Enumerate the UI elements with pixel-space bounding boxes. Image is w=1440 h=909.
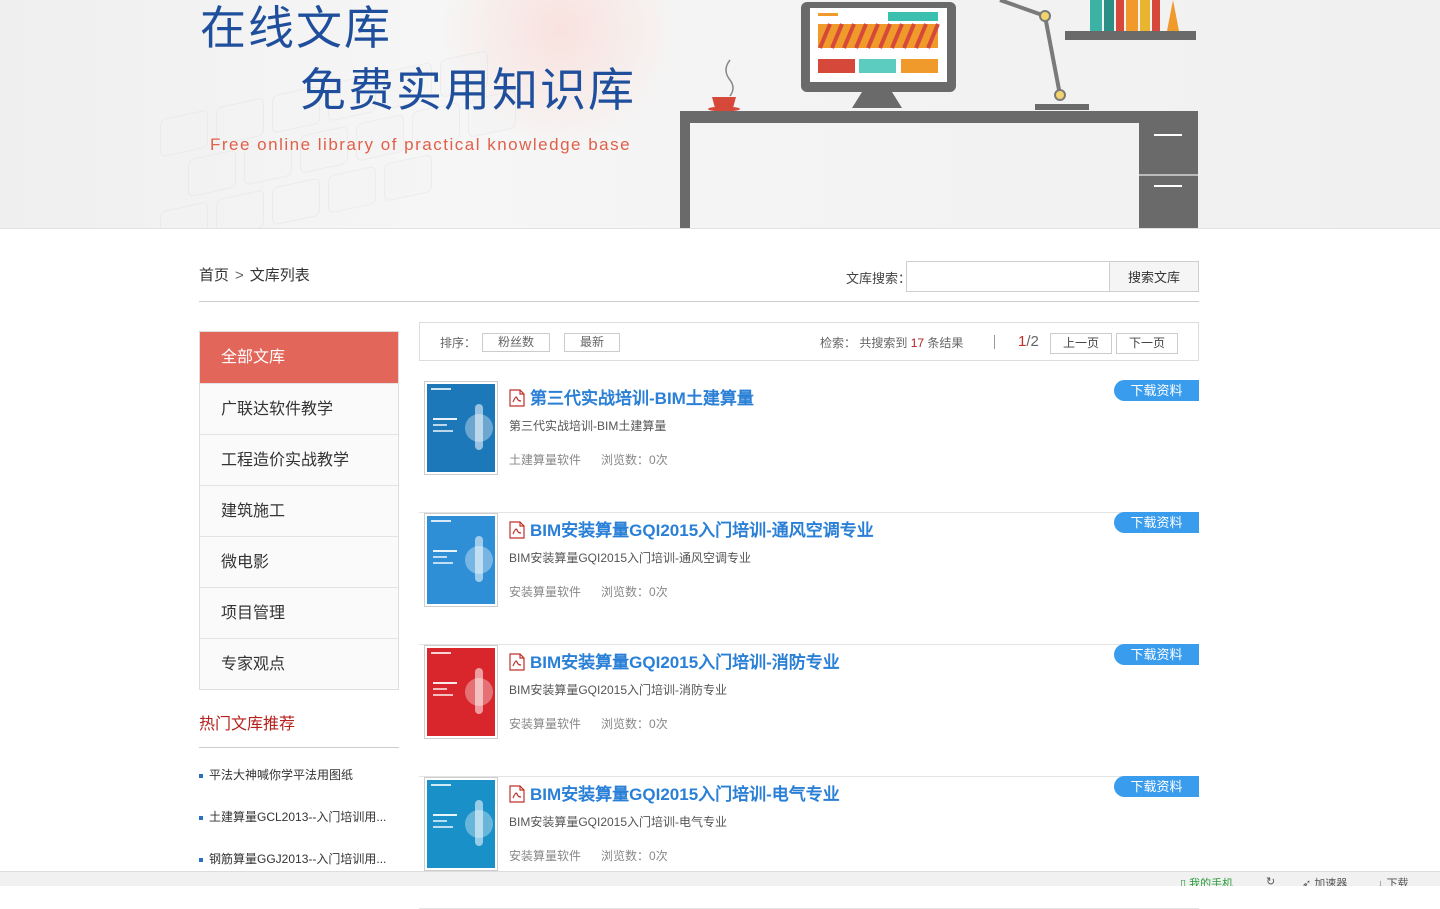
banner-title-line2: 免费实用知识库 — [300, 63, 636, 117]
next-page-button[interactable]: 下一页 — [1116, 333, 1178, 354]
search-input[interactable] — [906, 261, 1110, 292]
document-row: BIM安装算量GQI2015入门培训-电气专业 BIM安装算量GQI2015入门培… — [419, 776, 1199, 909]
document-meta: 土建算量软件 浏览数：0次 — [509, 451, 668, 468]
category-sidebar: 全部文库 广联达软件教学 工程造价实战教学 建筑施工 微电影 项目管理 专家观点 — [199, 331, 399, 690]
hot-item-link[interactable]: 土建算量GCL2013--入门培训用... — [209, 810, 386, 824]
cover-graphic — [431, 784, 493, 846]
my-phone-label: 我的手机 — [1189, 878, 1234, 886]
bullet-icon — [199, 815, 203, 820]
accelerator-label: 加速器 — [1314, 878, 1348, 886]
document-category: 土建算量软件 — [509, 453, 582, 467]
breadcrumb-home-link[interactable]: 首页 — [199, 264, 229, 285]
result-suffix: 条结果 — [927, 336, 964, 350]
my-phone-button[interactable]: ▯ 我的手机 — [1180, 875, 1233, 886]
bullet-icon — [199, 773, 203, 778]
hot-library-divider — [199, 747, 399, 748]
document-views: 浏览数：0次 — [601, 849, 668, 863]
hot-library-title: 热门文库推荐 — [199, 716, 296, 733]
document-row: 第三代实战培训-BIM土建算量 第三代实战培训-BIM土建算量 土建算量软件 浏览数：… — [419, 380, 1199, 513]
search-button[interactable]: 搜索文库 — [1109, 261, 1199, 292]
list-toolbar: 排序： 粉丝数 最新 检索： 共搜索到 17 条结果 1/2 上一页 下一页 — [419, 322, 1199, 361]
breadcrumb-current: 文库列表 — [249, 267, 310, 284]
sidebar-item-cost-engineering[interactable]: 工程造价实战教学 — [200, 434, 398, 485]
sidebar-item-all[interactable]: 全部文库 — [200, 332, 398, 383]
document-description: 第三代实战培训-BIM土建算量 — [509, 419, 667, 433]
prev-page-button[interactable]: 上一页 — [1050, 333, 1112, 354]
accelerator-button[interactable]: ➶ 加速器 — [1302, 875, 1347, 886]
pdf-icon — [509, 653, 525, 671]
page-indicator: 1/2 — [1018, 333, 1039, 350]
document-title-link[interactable]: BIM安装算量GQI2015入门培训-消防专业 — [530, 648, 840, 673]
document-row: BIM安装算量GQI2015入门培训-通风空调专业 BIM安装算量GQI2015入… — [419, 512, 1199, 645]
pdf-icon — [509, 785, 525, 803]
list-item: 平法大神喊你学平法用图纸 — [199, 766, 399, 808]
breadcrumb: 首页 > 文库列表 — [199, 264, 310, 285]
document-views: 浏览数：0次 — [601, 585, 668, 599]
result-summary: 检索： 共搜索到 17 条结果 — [820, 334, 963, 351]
cover-image — [427, 648, 495, 736]
document-description: BIM安装算量GQI2015入门培训-消防专业 — [509, 683, 728, 697]
sidebar-item-expert-views[interactable]: 专家观点 — [200, 638, 398, 689]
desk-illustration — [680, 0, 1198, 228]
hot-item-link[interactable]: 平法大神喊你学平法用图纸 — [209, 768, 353, 782]
document-title-link[interactable]: BIM安装算量GQI2015入门培训-电气专业 — [530, 780, 840, 805]
hot-item-link[interactable]: 钢筋算量GGJ2013--入门培训用... — [209, 852, 386, 866]
download-icon: ↓ — [1378, 878, 1384, 886]
document-description: BIM安装算量GQI2015入门培训-电气专业 — [509, 815, 728, 829]
cover-image — [427, 516, 495, 604]
document-row: BIM安装算量GQI2015入门培训-消防专业 BIM安装算量GQI2015入门培… — [419, 644, 1199, 777]
download-button[interactable]: 下载资料 — [1114, 380, 1199, 401]
sidebar-item-glodon-software[interactable]: 广联达软件教学 — [200, 383, 398, 434]
document-meta: 安装算量软件 浏览数：0次 — [509, 583, 668, 600]
sort-label: 排序： — [440, 336, 477, 350]
document-category: 安装算量软件 — [509, 717, 582, 731]
document-title-link[interactable]: 第三代实战培训-BIM土建算量 — [530, 384, 754, 409]
page-total: /2 — [1026, 333, 1039, 350]
search-label: 文库搜索： — [846, 271, 912, 286]
download-button[interactable]: 下载资料 — [1114, 512, 1199, 533]
banner-title-line1: 在线文库 — [200, 1, 392, 55]
document-description: BIM安装算量GQI2015入门培训-通风空调专业 — [509, 551, 752, 565]
banner-subtitle: Free online library of practical knowled… — [210, 135, 632, 154]
phone-icon: ▯ — [1180, 878, 1187, 886]
cover-graphic — [431, 520, 493, 582]
sidebar-item-construction[interactable]: 建筑施工 — [200, 485, 398, 536]
result-count: 17 — [910, 336, 925, 350]
list-item: 土建算量GCL2013--入门培训用... — [199, 808, 399, 850]
download-button[interactable]: 下载资料 — [1114, 776, 1199, 797]
document-category: 安装算量软件 — [509, 585, 582, 599]
pdf-icon — [509, 389, 525, 407]
browser-status-bar: ▯ 我的手机 ↻ ➶ 加速器 ↓ 下载 — [0, 871, 1440, 886]
cover-image — [427, 780, 495, 868]
document-views: 浏览数：0次 — [601, 453, 668, 467]
document-thumbnail[interactable] — [424, 381, 498, 475]
sidebar-item-project-management[interactable]: 项目管理 — [200, 587, 398, 638]
cover-image — [427, 384, 495, 472]
download-manager-button[interactable]: ↓ 下载 — [1378, 875, 1409, 886]
sidebar-item-micro-film[interactable]: 微电影 — [200, 536, 398, 587]
sort-by-fans-button[interactable]: 粉丝数 — [482, 333, 550, 352]
pdf-icon — [509, 521, 525, 539]
document-category: 安装算量软件 — [509, 849, 582, 863]
download-manager-label: 下载 — [1386, 878, 1409, 886]
bullet-icon — [199, 857, 203, 862]
download-button[interactable]: 下载资料 — [1114, 644, 1199, 665]
document-thumbnail[interactable] — [424, 513, 498, 607]
cover-graphic — [431, 652, 493, 714]
document-thumbnail[interactable] — [424, 645, 498, 739]
document-thumbnail[interactable] — [424, 777, 498, 871]
toolbar-separator — [994, 335, 995, 349]
breadcrumb-separator: > — [235, 267, 244, 284]
refresh-icon[interactable]: ↻ — [1266, 875, 1275, 886]
sort-by-latest-button[interactable]: 最新 — [564, 333, 620, 352]
banner: 在线文库 免费实用知识库 Free online library of prac… — [0, 0, 1440, 229]
breadcrumb-divider — [199, 301, 1199, 302]
document-views: 浏览数：0次 — [601, 717, 668, 731]
document-title-link[interactable]: BIM安装算量GQI2015入门培训-通风空调专业 — [530, 516, 874, 541]
document-meta: 安装算量软件 浏览数：0次 — [509, 715, 668, 732]
document-meta: 安装算量软件 浏览数：0次 — [509, 847, 668, 864]
rocket-icon: ➶ — [1302, 878, 1312, 886]
cover-graphic — [431, 388, 493, 450]
result-prefix: 检索： 共搜索到 — [820, 336, 908, 350]
